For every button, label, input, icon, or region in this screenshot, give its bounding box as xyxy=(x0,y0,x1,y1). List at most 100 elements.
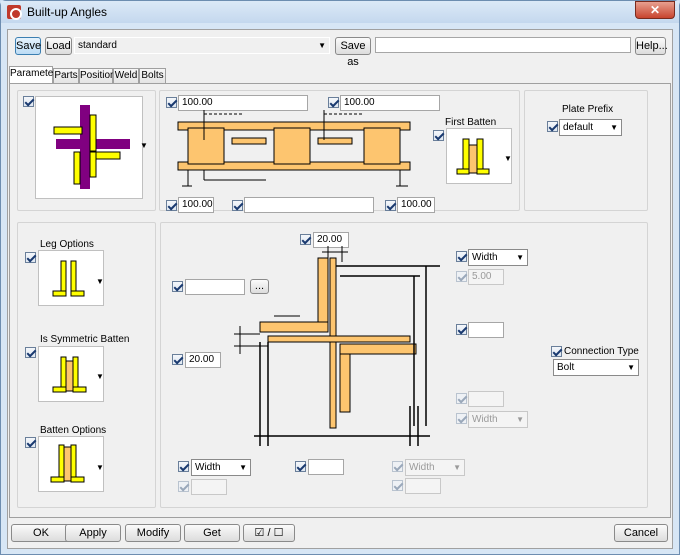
left-dim-input[interactable]: 20.00 xyxy=(185,352,221,368)
dis-field-1-input[interactable] xyxy=(468,391,504,407)
chevron-down-icon[interactable]: ▼ xyxy=(96,372,104,381)
plate-prefix-value: default xyxy=(563,122,594,133)
dim-bottom-left-input[interactable]: 100.00 xyxy=(178,197,214,213)
get-button[interactable]: Get xyxy=(184,524,240,542)
symmetric-batten-checkbox[interactable] xyxy=(25,347,36,358)
batten-options-icon xyxy=(50,444,85,483)
dim-5-checkbox[interactable] xyxy=(456,271,467,282)
symmetric-batten-icon xyxy=(52,356,87,393)
dim-bottom-right-checkbox[interactable] xyxy=(385,200,396,211)
left-field-checkbox[interactable] xyxy=(172,281,183,292)
bottom-right-combo-value: Width xyxy=(409,462,435,473)
bottom-width-combo[interactable]: Width ▼ xyxy=(191,459,251,476)
chevron-down-icon: ▼ xyxy=(239,463,247,472)
mid-right-checkbox[interactable] xyxy=(456,324,467,335)
left-dim-checkbox[interactable] xyxy=(172,354,183,365)
plate-prefix-checkbox[interactable] xyxy=(547,121,558,132)
plate-prefix-label: Plate Prefix xyxy=(562,104,614,115)
connection-type-checkbox[interactable] xyxy=(551,346,562,357)
batten-options-label: Batten Options xyxy=(40,425,107,436)
plate-prefix-combo[interactable]: default ▼ xyxy=(559,119,622,136)
connection-type-combo[interactable]: Bolt ▼ xyxy=(553,359,639,376)
chevron-down-icon: ▼ xyxy=(610,123,618,132)
top-dim-checkbox[interactable] xyxy=(300,234,311,245)
batten-options-picture[interactable] xyxy=(38,436,104,492)
window-title: Built-up Angles xyxy=(27,5,108,19)
width-combo-2-value: Width xyxy=(472,414,498,425)
tab-bolts[interactable]: Bolts xyxy=(139,68,166,83)
dim-right-input[interactable]: 100.00 xyxy=(340,95,440,111)
bottom-right-combo[interactable]: Width ▼ xyxy=(405,459,465,476)
chevron-down-icon[interactable]: ▼ xyxy=(504,154,512,163)
bottom-right-dis-checkbox[interactable] xyxy=(392,480,403,491)
leg-options-picture[interactable] xyxy=(38,250,104,306)
tab-weld[interactable]: Weld xyxy=(113,68,139,83)
bottom-width-value: Width xyxy=(195,462,221,473)
save-as-button[interactable]: Save as xyxy=(335,37,371,68)
tab-content: ▼ 100.00 100.00 100.00 100.00 First Batt… xyxy=(9,83,671,518)
chevron-down-icon[interactable]: ▼ xyxy=(140,141,148,150)
section-detail-drawing xyxy=(234,246,440,446)
dim-bottom-right-input[interactable]: 100.00 xyxy=(397,197,435,213)
chevron-down-icon[interactable]: ▼ xyxy=(96,277,104,286)
chevron-down-icon: ▼ xyxy=(453,463,461,472)
modify-button[interactable]: Modify xyxy=(125,524,181,542)
close-button[interactable]: ✕ xyxy=(635,1,675,19)
first-batten-label: First Batten xyxy=(445,117,497,128)
dim-bottom-mid-input[interactable] xyxy=(244,197,374,213)
bottom-mid-checkbox[interactable] xyxy=(295,461,306,472)
chevron-down-icon: ▼ xyxy=(516,253,524,262)
preset-value: standard xyxy=(78,40,117,51)
chevron-down-icon: ▼ xyxy=(318,41,326,50)
first-batten-picture[interactable] xyxy=(446,128,512,184)
app-icon xyxy=(7,5,22,20)
dim-left-checkbox[interactable] xyxy=(166,97,177,108)
mid-right-input[interactable] xyxy=(468,322,504,338)
ok-button[interactable]: OK xyxy=(11,524,71,542)
save-button[interactable]: Save xyxy=(15,37,41,55)
bottom-width-checkbox[interactable] xyxy=(178,461,189,472)
bottom-right-combo-checkbox[interactable] xyxy=(392,461,403,472)
profile-picture[interactable] xyxy=(35,96,143,199)
dim-5-input[interactable]: 5.00 xyxy=(468,269,504,285)
tab-parts[interactable]: Parts xyxy=(53,68,79,83)
cancel-button[interactable]: Cancel xyxy=(614,524,668,542)
dim-bottom-left-checkbox[interactable] xyxy=(166,200,177,211)
width-combo-1-checkbox[interactable] xyxy=(456,251,467,262)
width-combo-2[interactable]: Width ▼ xyxy=(468,411,528,428)
bottom-left-dis-input[interactable] xyxy=(191,479,227,495)
leg-options-label: Leg Options xyxy=(40,239,94,250)
tab-position[interactable]: Position xyxy=(79,68,116,83)
title-bar[interactable]: Built-up Angles ✕ xyxy=(1,1,679,23)
bottom-left-dis-checkbox[interactable] xyxy=(178,481,189,492)
dis-field-1-checkbox[interactable] xyxy=(456,393,467,404)
profile-checkbox[interactable] xyxy=(23,96,34,107)
dim-right-checkbox[interactable] xyxy=(328,97,339,108)
batten-icon xyxy=(456,138,490,175)
batten-options-checkbox[interactable] xyxy=(25,437,36,448)
width-combo-1[interactable]: Width ▼ xyxy=(468,249,528,266)
connection-type-value: Bolt xyxy=(557,362,575,373)
preset-combo[interactable]: standard ▼ xyxy=(74,37,330,54)
chevron-down-icon: ▼ xyxy=(627,363,635,372)
bottom-mid-input[interactable] xyxy=(308,459,344,475)
symmetric-batten-picture[interactable] xyxy=(38,346,104,402)
bottom-right-dis-input[interactable] xyxy=(405,478,441,494)
client-area: Save Load standard ▼ Save as Help... Para… xyxy=(7,29,673,549)
batten-elevation-drawing xyxy=(177,110,411,187)
leg-options-checkbox[interactable] xyxy=(25,252,36,263)
symmetric-batten-label: Is Symmetric Batten xyxy=(40,334,130,345)
save-as-input[interactable] xyxy=(375,37,631,53)
apply-button[interactable]: Apply xyxy=(65,524,121,542)
dim-left-input[interactable]: 100.00 xyxy=(178,95,308,111)
chevron-down-icon[interactable]: ▼ xyxy=(96,463,104,472)
width-combo-2-checkbox[interactable] xyxy=(456,413,467,424)
help-button[interactable]: Help... xyxy=(635,37,668,55)
dialog-window: Built-up Angles ✕ Save Load standard ▼ Sa… xyxy=(0,0,680,555)
width-combo-1-value: Width xyxy=(472,252,498,263)
toggle-all-button[interactable]: ☑ / ☐ xyxy=(243,524,295,542)
tab-parameters[interactable]: Parameters xyxy=(9,66,62,83)
first-batten-checkbox[interactable] xyxy=(433,130,444,141)
load-button[interactable]: Load xyxy=(45,37,72,55)
dim-bottom-mid-checkbox[interactable] xyxy=(232,200,243,211)
